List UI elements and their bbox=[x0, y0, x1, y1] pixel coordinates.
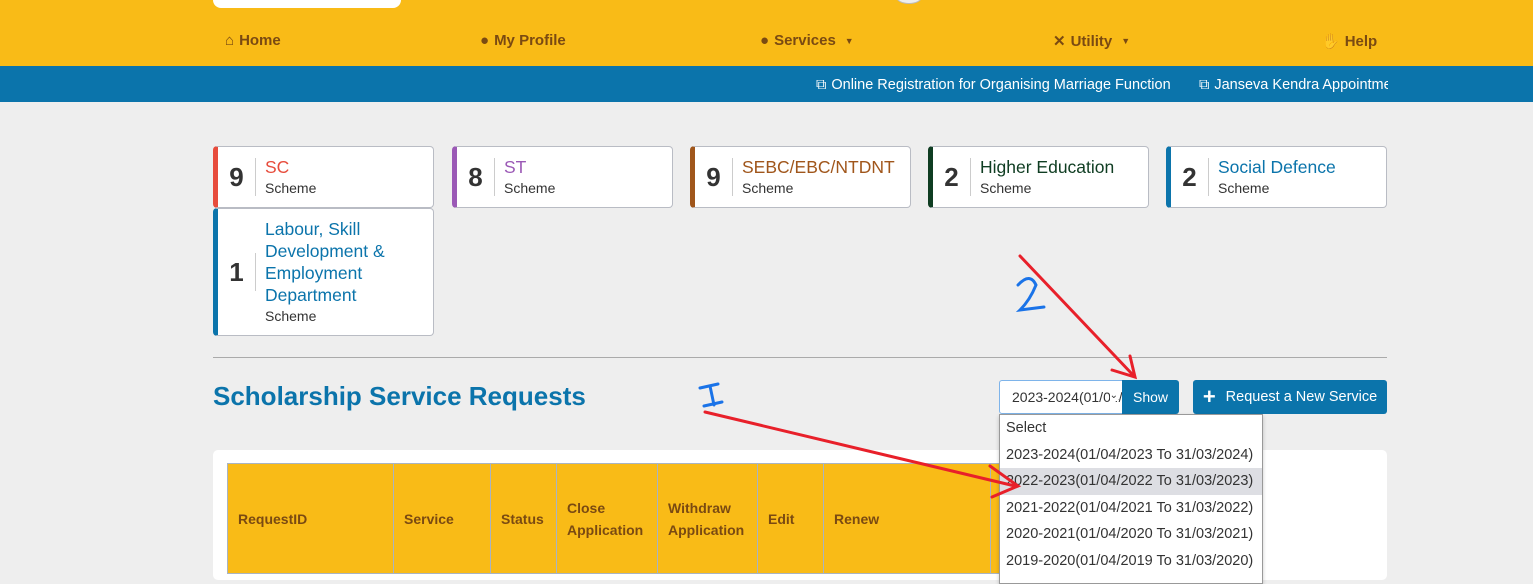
year-select[interactable]: 2023-2024(01/04/2023 To 31/03/2024)⌄ bbox=[999, 380, 1123, 414]
dropdown-option[interactable]: 2019-2020(01/04/2019 To 31/03/2020) bbox=[1000, 548, 1262, 575]
nav-services[interactable]: ● Services ▼ bbox=[760, 32, 854, 49]
dropdown-option[interactable]: 2023-2024(01/04/2023 To 31/03/2024) bbox=[1000, 442, 1262, 469]
column-header[interactable]: Status bbox=[490, 463, 557, 574]
link-janseva-appointment[interactable]: ⧉ Janseva Kendra Appointme bbox=[1199, 77, 1388, 93]
dropdown-option[interactable]: 2021-2022(01/04/2021 To 31/03/2022) bbox=[1000, 495, 1262, 522]
scheme-card[interactable]: 8 ST Scheme bbox=[452, 146, 673, 208]
scheme-title: SEBC/EBC/NTDNT bbox=[742, 157, 895, 177]
page-title: Scholarship Service Requests bbox=[213, 381, 586, 411]
scheme-title: Social Defence bbox=[1218, 157, 1336, 177]
tools-icon: ✕ bbox=[1053, 33, 1066, 50]
emblem bbox=[896, 0, 922, 4]
scheme-count: 8 bbox=[457, 158, 495, 196]
column-header[interactable]: Edit bbox=[757, 463, 824, 574]
scheme-title: Labour, Skill Development & Employment D… bbox=[265, 219, 385, 305]
scheme-card[interactable]: 9 SC Scheme bbox=[213, 146, 434, 208]
nav-my-profile[interactable]: ● My Profile bbox=[480, 32, 566, 49]
scheme-label: Scheme bbox=[265, 180, 317, 196]
external-link-icon: ⧉ bbox=[816, 77, 827, 93]
dropdown-option[interactable]: 2022-2023(01/04/2022 To 31/03/2023) bbox=[1000, 468, 1262, 495]
scheme-card[interactable]: 9 SEBC/EBC/NTDNT Scheme bbox=[690, 146, 911, 208]
scheme-card[interactable]: 2 Higher Education Scheme bbox=[928, 146, 1149, 208]
scheme-count: 1 bbox=[218, 253, 256, 291]
request-new-service-button[interactable]: + Request a New Service bbox=[1193, 380, 1387, 414]
scheme-title: SC bbox=[265, 157, 290, 177]
scheme-count: 9 bbox=[218, 158, 256, 196]
nav-utility[interactable]: ✕ Utility ▼ bbox=[1053, 32, 1131, 51]
user-icon: ● bbox=[480, 32, 490, 49]
users-icon: ● bbox=[760, 32, 770, 49]
external-link-icon: ⧉ bbox=[1199, 77, 1210, 93]
handshake-icon: ✋ bbox=[1321, 33, 1340, 50]
column-header[interactable]: Service bbox=[393, 463, 491, 574]
scheme-label: Scheme bbox=[265, 308, 317, 324]
column-header[interactable]: Renew bbox=[823, 463, 991, 574]
caret-down-icon: ▼ bbox=[1121, 36, 1131, 46]
scheme-count: 2 bbox=[1171, 158, 1209, 196]
scheme-card[interactable]: 2 Social Defence Scheme bbox=[1166, 146, 1387, 208]
scheme-title: Higher Education bbox=[980, 157, 1115, 177]
year-dropdown-list[interactable]: Select 2023-2024(01/04/2023 To 31/03/2024… bbox=[999, 414, 1263, 584]
plus-icon: + bbox=[1202, 384, 1216, 409]
dropdown-option[interactable]: 2020-2021(01/04/2020 To 31/03/2021) bbox=[1000, 521, 1262, 548]
scheme-label: Scheme bbox=[980, 180, 1032, 196]
column-header[interactable]: Close Application bbox=[556, 463, 658, 574]
logo[interactable] bbox=[213, 0, 401, 8]
chevron-down-icon: ⌄ bbox=[1109, 390, 1118, 401]
scheme-card[interactable]: 1 Labour, Skill Development & Employment … bbox=[213, 208, 434, 336]
column-header[interactable]: Withdraw Application bbox=[657, 463, 758, 574]
caret-down-icon: ▼ bbox=[844, 35, 854, 46]
scheme-count: 9 bbox=[695, 158, 733, 196]
handwritten-2 bbox=[1015, 277, 1046, 313]
arrow-head bbox=[1110, 354, 1138, 380]
nav-home[interactable]: ⌂ Home bbox=[225, 32, 281, 49]
column-header[interactable]: RequestID bbox=[227, 463, 394, 574]
divider bbox=[213, 357, 1387, 358]
scheme-label: Scheme bbox=[1218, 180, 1270, 196]
nav-help[interactable]: ✋ Help bbox=[1321, 32, 1377, 51]
dropdown-option[interactable]: Select bbox=[1000, 415, 1262, 442]
link-marriage-registration[interactable]: ⧉ Online Registration for Organising Marr… bbox=[816, 77, 1171, 93]
scheme-label: Scheme bbox=[504, 180, 556, 196]
scheme-count: 2 bbox=[933, 158, 971, 196]
home-icon: ⌂ bbox=[225, 32, 235, 49]
handwritten-1 bbox=[698, 382, 724, 408]
scheme-title: ST bbox=[504, 157, 527, 177]
scheme-label: Scheme bbox=[742, 180, 794, 196]
show-button[interactable]: Show bbox=[1122, 380, 1179, 414]
